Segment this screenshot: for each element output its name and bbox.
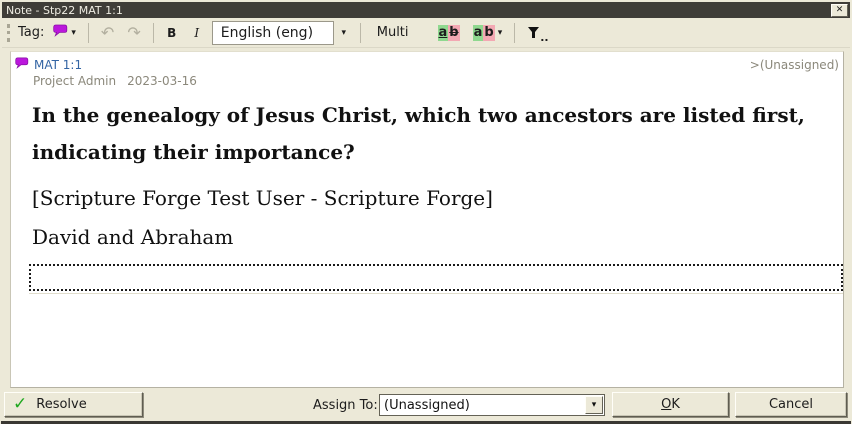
- assignment-status: >(Unassigned): [750, 58, 839, 72]
- note-dialog-window: Note - Stp22 MAT 1:1 ✕ Tag: ▾ ↶ ↷ B I En…: [0, 0, 852, 424]
- reply-divider: [29, 291, 843, 294]
- redo-button[interactable]: ↷: [123, 22, 144, 44]
- assignee-value: (Unassigned): [380, 398, 585, 413]
- toolbar-grip-handle[interactable]: [7, 24, 10, 42]
- note-answer-text: David and Abraham: [32, 225, 829, 249]
- resolve-button[interactable]: ✓ Resolve: [4, 392, 143, 417]
- resolve-label: Resolve: [36, 397, 86, 412]
- ok-button[interactable]: OK: [612, 392, 729, 417]
- chevron-down-icon: ▾: [498, 25, 503, 41]
- highlight-b-glyph: b: [483, 25, 494, 41]
- comment-balloon-icon: [15, 57, 29, 72]
- tag-balloon-button[interactable]: ▾: [49, 22, 80, 44]
- ok-label-rest: K: [671, 397, 680, 412]
- tag-label: Tag:: [18, 25, 44, 40]
- redo-icon: ↷: [127, 25, 140, 41]
- note-question-text: In the genealogy of Jesus Christ, which …: [32, 97, 829, 171]
- close-icon[interactable]: ✕: [831, 4, 848, 17]
- toolbar-separator: [360, 23, 361, 43]
- language-value[interactable]: English (eng): [212, 21, 334, 45]
- note-header: MAT 1:1 >(Unassigned): [15, 57, 839, 72]
- undo-icon: ↶: [101, 25, 114, 41]
- note-content-area: MAT 1:1 >(Unassigned) Project Admin 2023-…: [2, 49, 850, 388]
- highlight-a-glyph: a: [473, 25, 484, 41]
- title-bar[interactable]: Note - Stp22 MAT 1:1 ✕: [2, 2, 850, 18]
- assign-to-combobox[interactable]: (Unassigned) ▾: [379, 394, 605, 416]
- filter-button[interactable]: ..: [523, 23, 553, 43]
- note-author: Project Admin: [33, 74, 116, 88]
- toolbar-separator: [153, 23, 154, 43]
- assignee-dropdown-icon[interactable]: ▾: [585, 396, 603, 414]
- filter-dots: ..: [540, 33, 548, 42]
- highlight-b-glyph: b: [448, 25, 459, 41]
- window-title: Note - Stp22 MAT 1:1: [6, 4, 123, 17]
- note-toolbar: Tag: ▾ ↶ ↷ B I English (eng) ▾ Multi ab …: [2, 18, 850, 48]
- language-combobox[interactable]: English (eng) ▾: [212, 21, 352, 45]
- note-attribution-text: [Scripture Forge Test User - Scripture F…: [32, 186, 829, 210]
- cancel-button[interactable]: Cancel: [735, 392, 847, 417]
- highlight-a-glyph: a: [438, 25, 449, 41]
- note-meta: Project Admin 2023-03-16: [33, 74, 839, 88]
- language-dropdown-icon[interactable]: ▾: [336, 22, 352, 44]
- note-thread: MAT 1:1 >(Unassigned) Project Admin 2023-…: [10, 51, 844, 388]
- checkmark-icon: ✓: [13, 396, 27, 413]
- dialog-footer: ✓ Resolve Assign To: (Unassigned) ▾ OK C…: [2, 388, 850, 421]
- toolbar-separator: [88, 23, 89, 43]
- italic-button[interactable]: I: [187, 22, 207, 44]
- undo-button[interactable]: ↶: [97, 22, 118, 44]
- assign-to-label: Assign To:: [313, 398, 378, 413]
- reply-input[interactable]: [29, 264, 843, 291]
- toolbar-separator: [425, 23, 426, 43]
- note-date: 2023-03-16: [127, 74, 197, 88]
- toolbar-separator: [514, 23, 515, 43]
- bold-button[interactable]: B: [162, 22, 182, 44]
- ok-label-key: O: [661, 397, 671, 412]
- filter-funnel-icon: [528, 27, 539, 42]
- chevron-down-icon: ▾: [71, 28, 76, 38]
- comment-balloon-icon: [53, 24, 68, 41]
- multi-button[interactable]: Multi: [369, 22, 417, 44]
- highlight-button[interactable]: ab ▾: [469, 23, 507, 43]
- highlight-strikethrough-button[interactable]: ab: [434, 23, 464, 43]
- scripture-reference[interactable]: MAT 1:1: [34, 58, 82, 72]
- reply-row: [29, 264, 843, 294]
